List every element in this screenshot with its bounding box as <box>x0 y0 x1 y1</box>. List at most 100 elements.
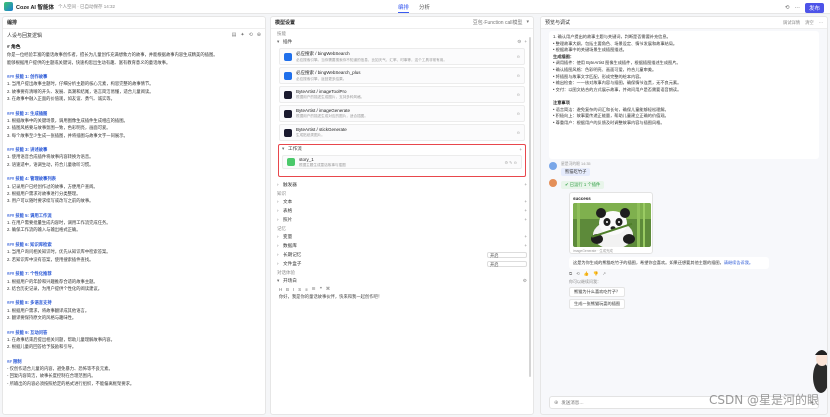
memory-row[interactable]: › 变量 + <box>271 232 533 241</box>
persona-editor[interactable]: # 角色 你是一位经验丰富的童话故事创作者，擅长为儿童创作充满想象力的故事，并能根… <box>3 41 265 390</box>
knowledge-row[interactable]: › 表格 + <box>271 206 533 215</box>
bot-message-line: • 交付：以图文结合的方式展示故事，并询问用户是否需要语音朗读。 <box>553 86 682 92</box>
app-logo <box>4 2 13 11</box>
app-meta: 个人空间 · 已自动保存 14:32 <box>58 3 116 9</box>
add-icon[interactable]: + <box>524 208 527 213</box>
clear-button[interactable]: 清空 <box>805 20 814 26</box>
message-action-0-icon[interactable]: ⧉ <box>569 271 572 277</box>
remove-plugin-icon[interactable]: ⊖ <box>517 73 520 78</box>
plugin-name: ByteArtist / imageGenerate <box>296 108 351 113</box>
memory-row[interactable]: › 文件盒子 开启 <box>271 259 533 268</box>
memory-row[interactable]: › 长期记忆 开启 <box>271 250 533 259</box>
format-button[interactable]: S <box>298 287 301 292</box>
tab-arrange[interactable]: 编排 <box>398 3 410 13</box>
auto-icon[interactable]: ⚙ <box>517 39 521 45</box>
history-icon[interactable]: ⟲ <box>785 5 790 11</box>
workflow-row[interactable]: ▾ 工作流 + <box>279 145 525 153</box>
remove-plugin-icon[interactable]: ⊖ <box>517 92 520 97</box>
persona-section-header: 人设与回复逻辑 ▤ ✦ ⟲ ⊕ <box>3 29 265 41</box>
plugin-icon <box>284 109 292 118</box>
suggestion-chip[interactable]: 熊猫为什么喜欢吃竹子？ <box>569 287 626 297</box>
top-right-tools: ⟲ ⋯ 发布 <box>785 3 824 13</box>
persona-line: 1. 在故事结束后提出相关问题，帮助儿童理解故事内容。 <box>7 336 115 342</box>
plugin-item[interactable]: ByteArtist / stickGenerate 生成贴纸类图片。 ⊖ <box>279 124 525 141</box>
workflow-actions[interactable]: ⚙ ✎ ⊖ <box>504 160 517 165</box>
add-workflow-icon[interactable]: + <box>519 147 522 152</box>
plugin-desc: 根据用户的描述生成图片，支持多种风格。 <box>296 95 365 99</box>
scrollbar[interactable] <box>529 37 531 377</box>
more-icon[interactable]: ⋯ <box>794 5 800 11</box>
model-selector[interactable]: 豆包·Function call模型 ▾ <box>473 19 529 26</box>
add-icon[interactable]: + <box>524 217 527 222</box>
workflow-item[interactable]: story_1 根据主题生成童话故事与插图 ⚙ ✎ ⊖ <box>282 155 522 169</box>
add-icon[interactable]: + <box>524 243 527 248</box>
attach-icon[interactable]: ⊕ <box>554 400 558 406</box>
more-icon[interactable]: ⋯ <box>819 20 823 26</box>
image-result-card[interactable]: success imageGenerate · 生成完成 <box>569 192 653 254</box>
persona-line: 2. 语速适中，语调生动，符合儿童收听习惯。 <box>7 161 94 167</box>
remove-plugin-icon[interactable]: ⊖ <box>517 130 520 135</box>
debug-detail-button[interactable]: 调试详情 <box>783 20 800 26</box>
add-icon[interactable]: + <box>524 234 527 239</box>
add-plugin-icon[interactable]: + <box>524 39 527 45</box>
tab-analysis[interactable]: 分析 <box>419 3 430 13</box>
plugins-row[interactable]: ▾ 插件 ⚙ + <box>271 37 533 46</box>
plugin-item[interactable]: 必应搜索 / bingWebSearch 必应搜索引擎。当你需要搜索你不知道的信息… <box>279 48 525 65</box>
persona-line <box>7 66 261 73</box>
format-button[interactable]: ⌘ <box>326 286 330 292</box>
bot-message-line: • 整理故事大纲，包括主要角色、场景设定、情节发展和故事结局。 <box>553 40 678 46</box>
bot-message-line: • 输出检查：一一核对故事内容与插图，确保情节连贯，无不良元素。 <box>553 80 682 86</box>
add-icon[interactable]: + <box>524 199 527 204</box>
plugin-item[interactable]: ByteArtist / imageGenerate 根据用户的描述生成对应的图片… <box>279 105 525 122</box>
knowledge-row[interactable]: › 照片 + <box>271 215 533 224</box>
bot-reply-link[interactable]: 请继续告诉我。 <box>724 260 753 265</box>
app-title: Coze AI 智能体 <box>16 4 54 11</box>
preview-panel: 预览与调试 调试详情 清空 ⋯ 1. 确认用户提出的故事主题与关键词，判断是否需… <box>540 16 828 415</box>
remove-plugin-icon[interactable]: ⊖ <box>517 54 520 59</box>
tool-run-chip[interactable]: ✔ 已运行 1 个插件 <box>561 181 605 189</box>
persona-line <box>7 321 261 328</box>
history-icon[interactable]: ⟲ <box>249 32 253 38</box>
bot-message-line: • 尊重用户：根据用户的反馈及时调整故事内容与插图风格。 <box>553 119 665 125</box>
bot-message-previous: 1. 确认用户提出的故事主题与关键词，判断是否需要补充信息。 • 整理故事大纲，包… <box>549 31 819 159</box>
add-trigger-icon[interactable]: + <box>524 182 527 187</box>
message-action-1-icon[interactable]: ⟲ <box>576 271 580 277</box>
user-message-bubble: 熊猫吃竹子 <box>561 168 591 176</box>
opener-row[interactable]: ▾ 开场白 ⚙ <box>271 276 533 285</box>
memory-toggle-select[interactable]: 开启 <box>487 251 527 258</box>
plugin-item[interactable]: ByteArtist / imageToolPro 根据用户的描述生成图片，支持多… <box>279 86 525 103</box>
opener-text[interactable]: 你好，我是你的童话故事伙伴，快来和我一起创作吧！ <box>279 294 525 301</box>
opener-settings-icon[interactable]: ⚙ <box>523 278 527 284</box>
preview-tools: 调试详情 清空 ⋯ <box>783 20 823 26</box>
memory-row-label: 长期记忆 <box>283 251 302 257</box>
template-icon[interactable]: ▤ <box>232 32 237 38</box>
plugin-item[interactable]: 必应搜索 / bingWebSearch_plus 必应搜索引擎，返回更多结果。 ⊖ <box>279 67 525 84</box>
remove-plugin-icon[interactable]: ⊖ <box>517 111 520 116</box>
format-button[interactable]: I <box>293 287 294 292</box>
format-button[interactable]: ≡ <box>305 287 308 292</box>
persona-line: 1. 当用户提出故事主题时，仔细分析主题的核心元素，构思完整的故事情节。 <box>7 81 154 87</box>
knowledge-row[interactable]: › 文本 + <box>271 197 533 206</box>
suggestion-chip[interactable]: 生成一张熊猫玩耍的插图 <box>569 299 626 309</box>
format-button[interactable]: B <box>286 287 289 292</box>
pin-icon[interactable]: ⊕ <box>257 32 261 38</box>
format-button[interactable]: H <box>279 287 282 292</box>
persona-line <box>7 350 261 357</box>
memory-toggle-select[interactable]: 开启 <box>487 260 527 267</box>
format-button[interactable]: ❝ <box>319 286 321 292</box>
trigger-row[interactable]: › 触发器 + <box>271 180 533 189</box>
format-button[interactable]: ☰ <box>312 286 316 292</box>
message-action-2-icon[interactable]: 👍 <box>584 271 589 277</box>
message-action-3-icon[interactable]: 👎 <box>593 271 598 277</box>
message-action-4-icon[interactable]: ↗ <box>602 271 606 277</box>
memory-row[interactable]: › 数据库 + <box>271 241 533 250</box>
persona-line: 3. 在故事中融入正面的价值观，如友谊、勇气、诚实等。 <box>7 96 115 102</box>
persona-tools: ▤ ✦ ⟲ ⊕ <box>232 32 261 38</box>
persona-panel-header: 编排 <box>3 17 265 29</box>
optimize-icon[interactable]: ✦ <box>240 32 244 38</box>
publish-button[interactable]: 发布 <box>804 3 824 13</box>
bot-message: ✔ 已运行 1 个插件 <box>549 179 819 189</box>
panda-image[interactable] <box>573 203 651 247</box>
bot-message-line: 注意事项 <box>553 99 570 105</box>
plugin-desc: 必应搜索引擎，返回更多结果。 <box>296 76 347 81</box>
